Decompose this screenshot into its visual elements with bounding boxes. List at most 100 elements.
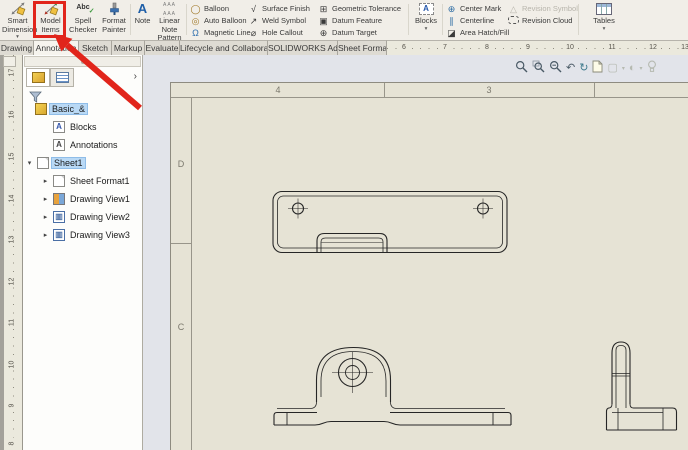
sheet-format-icon: [53, 175, 65, 187]
note-button[interactable]: A Note: [132, 1, 153, 39]
tab-sheet-format[interactable]: Sheet Format: [338, 40, 387, 55]
ruler-number: 16: [9, 109, 16, 121]
annotations-folder-icon: A: [53, 139, 65, 151]
panel-grab-bar[interactable]: [24, 56, 141, 67]
collapse-arrow-icon[interactable]: ▾: [25, 159, 34, 167]
tables-button[interactable]: Tables ▾: [586, 1, 622, 39]
display-style-caret-icon[interactable]: ▾: [640, 65, 643, 72]
expand-arrow-icon[interactable]: ▸: [41, 231, 50, 239]
ruler-number: 11: [9, 317, 16, 329]
tree-item-drawing-view1[interactable]: ▸ Drawing View1: [41, 192, 132, 206]
datum-feature-button[interactable]: ▣ Datum Feature: [318, 15, 382, 26]
format-painter-icon: [99, 1, 129, 16]
zoom-to-fit-icon[interactable]: [515, 60, 528, 77]
magnetic-line-button[interactable]: Ω Magnetic Line: [190, 27, 251, 38]
auto-balloon-button[interactable]: ◎ Auto Balloon: [190, 15, 247, 26]
revision-cloud-button[interactable]: Revision Cloud: [508, 15, 572, 26]
tree-item-sheet-format1[interactable]: ▸ Sheet Format1: [41, 174, 132, 188]
tree-item-label: Drawing View3: [68, 230, 132, 240]
tables-caret-icon[interactable]: ▾: [586, 27, 622, 32]
feature-manager-panel: › Basic_& A Blocks A Annotations ▾ Sheet…: [23, 55, 143, 450]
feature-tree-tab[interactable]: [26, 68, 50, 87]
view-settings-icon[interactable]: ▢: [607, 61, 617, 75]
centerline-button[interactable]: ∥ Centerline: [446, 15, 494, 26]
tree-item-annotations[interactable]: A Annotations: [53, 138, 120, 152]
tab-drawing[interactable]: Drawing: [0, 40, 34, 55]
tree-item-label: Sheet1: [52, 158, 85, 168]
drawing-view1-top-view[interactable]: [265, 188, 515, 256]
blocks-caret-icon[interactable]: ▾: [412, 27, 440, 32]
tab-sketch[interactable]: Sketch: [79, 40, 112, 55]
note-label: Note: [135, 16, 151, 25]
revision-symbol-button[interactable]: △ Revision Symbol: [508, 3, 578, 14]
centerline-icon: ∥: [446, 16, 457, 26]
vertical-ruler: 17 16 15 14 13 12 11 10 9 8: [4, 55, 23, 450]
drawing-view3-side-view[interactable]: [602, 337, 686, 433]
zone-row-label: D: [178, 159, 185, 169]
ruler-number: 15: [9, 151, 16, 163]
datum-feature-icon: ▣: [318, 16, 329, 26]
balloon-button[interactable]: ◯ Balloon: [190, 3, 229, 14]
smart-dimension-icon: [2, 1, 33, 16]
drawing-view-icon: ▥: [53, 229, 65, 241]
geometric-tolerance-button[interactable]: ⊞ Geometric Tolerance: [318, 3, 401, 14]
graphics-area[interactable]: ↶ ↻ ▢ ▾ ◐ ▾ 4 3 D C: [143, 55, 688, 450]
tree-item-root[interactable]: Basic_&: [35, 102, 87, 116]
tree-item-drawing-view2[interactable]: ▸ ▥ Drawing View2: [41, 210, 132, 224]
ribbon-separator: [130, 4, 131, 35]
datum-target-button[interactable]: ⊕ Datum Target: [318, 27, 377, 38]
previous-view-icon[interactable]: ↶: [566, 61, 575, 75]
linear-note-pattern-button[interactable]: AAAAAA Linear Note Pattern ▾: [154, 1, 185, 39]
sheet-properties-icon[interactable]: [592, 60, 603, 77]
spell-checker-button[interactable]: Abc✓ Spell Checker: [68, 1, 98, 39]
ruler-corner-box: [3, 56, 16, 67]
weld-symbol-button[interactable]: ↗ Weld Symbol: [248, 15, 306, 26]
format-painter-label-2: Painter: [102, 25, 126, 34]
filter-icon[interactable]: [29, 90, 43, 102]
tree-item-label: Annotations: [68, 140, 120, 150]
tree-item-drawing-view3[interactable]: ▸ ▥ Drawing View3: [41, 228, 132, 242]
tab-annotation[interactable]: Annotation: [34, 40, 79, 55]
tree-item-sheet1[interactable]: ▾ Sheet1: [25, 156, 85, 170]
area-hatch-fill-button[interactable]: ◪ Area Hatch/Fill: [446, 27, 509, 38]
zone-row-label: C: [178, 322, 185, 332]
model-items-button[interactable]: Model Items: [35, 1, 66, 39]
redraw-icon[interactable]: ↻: [579, 61, 588, 75]
solidworks-drawing-window: Smart Dimension ▾ Model Items Abc✓ Spell…: [0, 0, 688, 450]
surface-finish-button[interactable]: √ Surface Finish: [248, 3, 310, 14]
drawing-view2-front-view[interactable]: [265, 335, 520, 435]
zone-column-label: 3: [486, 85, 491, 95]
tab-markup[interactable]: Markup: [112, 40, 145, 55]
smart-dimension-button[interactable]: Smart Dimension ▾: [2, 1, 33, 39]
expand-arrow-icon[interactable]: ▸: [41, 213, 50, 221]
zone-column-label: 4: [275, 85, 280, 95]
hide-show-items-icon[interactable]: [647, 60, 657, 77]
horizontal-ruler: 6 7 8 9 10 11 12 13: [387, 40, 688, 55]
datum-target-icon: ⊕: [318, 28, 329, 38]
tab-solidworks-addins[interactable]: SOLIDWORKS Add-Ins: [268, 40, 338, 55]
property-manager-tab[interactable]: [50, 68, 74, 87]
ruler-number: 14: [9, 193, 16, 205]
expand-arrow-icon[interactable]: ▸: [41, 177, 50, 185]
panel-expand-chevron-icon[interactable]: ›: [134, 71, 137, 82]
tree-item-label: Drawing View2: [68, 212, 132, 222]
geometric-tolerance-icon: ⊞: [318, 4, 329, 14]
weld-symbol-icon: ↗: [248, 16, 259, 26]
magnetic-line-icon: Ω: [190, 28, 201, 38]
tree-item-label: Sheet Format1: [68, 176, 132, 186]
tab-evaluate[interactable]: Evaluate: [145, 40, 180, 55]
format-painter-button[interactable]: Format Painter: [99, 1, 129, 39]
hole-callout-button[interactable]: ⌀ Hole Callout: [248, 27, 303, 38]
view-settings-caret-icon[interactable]: ▾: [622, 65, 625, 72]
tab-lifecycle-collaboration[interactable]: Lifecycle and Collaboration: [180, 40, 268, 55]
expand-arrow-icon[interactable]: ▸: [41, 195, 50, 203]
zoom-to-area-icon[interactable]: [532, 60, 545, 77]
tree-item-blocks[interactable]: A Blocks: [53, 120, 99, 134]
zoom-in-out-icon[interactable]: [549, 60, 562, 77]
heads-up-view-toolbar: ↶ ↻ ▢ ▾ ◐ ▾: [515, 60, 657, 76]
ruler-number: 11: [606, 44, 617, 51]
center-mark-button[interactable]: ⊕ Center Mark: [446, 3, 501, 14]
blocks-button[interactable]: A Blocks ▾: [412, 1, 440, 39]
feature-tree-tab-icon: [32, 72, 45, 83]
display-style-icon[interactable]: ◐: [629, 61, 636, 75]
